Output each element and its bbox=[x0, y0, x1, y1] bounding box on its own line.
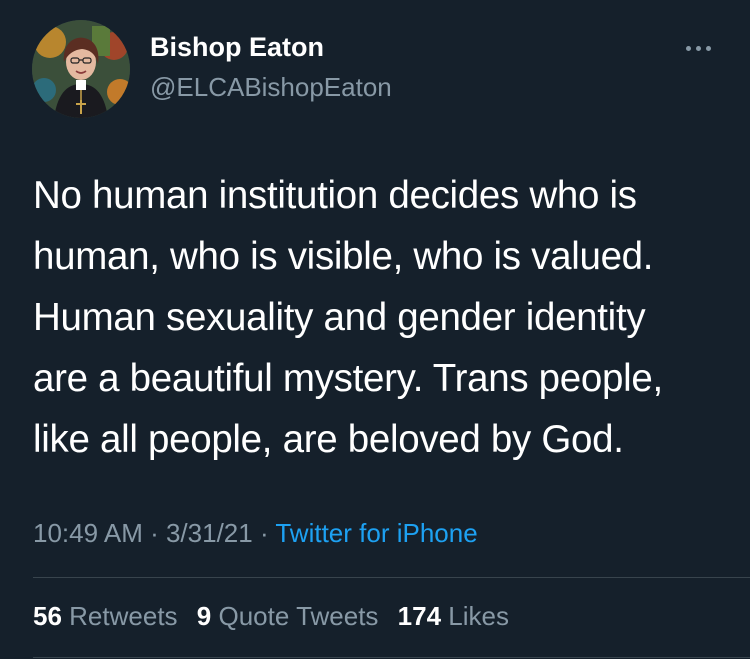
dot bbox=[685, 45, 691, 51]
author-name[interactable]: Bishop Eaton bbox=[150, 32, 324, 63]
tweet-time[interactable]: 10:49 AM bbox=[33, 518, 143, 548]
tweet-date[interactable]: 3/31/21 bbox=[166, 518, 253, 548]
avatar-image bbox=[32, 20, 130, 118]
tweet-text: No human institution decides who is huma… bbox=[33, 165, 723, 470]
tweet-line: No human institution decides who is bbox=[33, 174, 637, 217]
author-handle[interactable]: @ELCABishopEaton bbox=[150, 72, 392, 103]
likes-label: Likes bbox=[448, 601, 509, 631]
quote-tweets-label: Quote Tweets bbox=[218, 601, 379, 631]
separator: · bbox=[252, 518, 276, 548]
tweet-source-link[interactable]: Twitter for iPhone bbox=[275, 518, 477, 548]
tweet-line: like all people, are beloved by God. bbox=[33, 418, 624, 461]
tweet-line: Human sexuality and gender identity bbox=[33, 296, 646, 339]
likes-stat[interactable]: 174 Likes bbox=[398, 601, 509, 631]
divider bbox=[33, 577, 750, 578]
more-options-icon[interactable] bbox=[678, 40, 718, 56]
tweet-detail: Bishop Eaton @ELCABishopEaton No human i… bbox=[0, 0, 750, 659]
retweets-count: 56 bbox=[33, 601, 62, 631]
tweet-stats: 56 Retweets 9 Quote Tweets 174 Likes bbox=[33, 601, 521, 632]
quote-tweets-stat[interactable]: 9 Quote Tweets bbox=[197, 601, 379, 631]
tweet-line: human, who is visible, who is valued. bbox=[33, 235, 654, 278]
separator: · bbox=[142, 518, 166, 548]
likes-count: 174 bbox=[397, 601, 442, 631]
retweets-label: Retweets bbox=[69, 601, 178, 631]
retweets-stat[interactable]: 56 Retweets bbox=[33, 601, 178, 631]
divider bbox=[33, 657, 750, 658]
avatar[interactable] bbox=[32, 20, 130, 118]
tweet-meta: 10:49 AM · 3/31/21 · Twitter for iPhone bbox=[33, 518, 478, 549]
tweet-line: are a beautiful mystery. Trans people, bbox=[33, 357, 663, 400]
dot bbox=[705, 45, 711, 51]
dot bbox=[695, 45, 701, 51]
quote-tweets-count: 9 bbox=[196, 601, 212, 631]
